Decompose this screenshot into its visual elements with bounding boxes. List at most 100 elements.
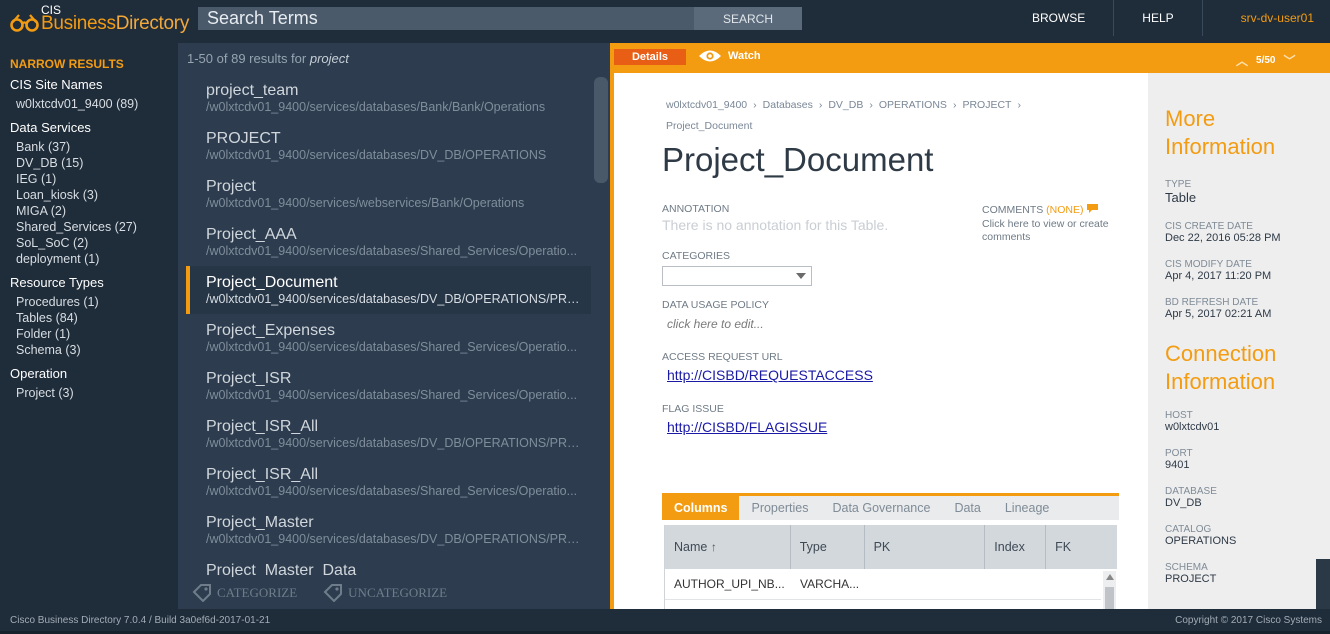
tab-properties[interactable]: Properties xyxy=(739,496,820,520)
search-button[interactable]: SEARCH xyxy=(694,7,802,30)
facet-option[interactable]: SoL_SoC (2) xyxy=(10,235,178,251)
results-summary: 1-50 of 89 results for project xyxy=(187,51,349,66)
logo-product-text: BusinessDirectory xyxy=(41,13,190,34)
catalog-label: CATALOG xyxy=(1165,524,1212,535)
facet-option[interactable]: deployment (1) xyxy=(10,251,178,267)
facet-group-title: Operation xyxy=(10,366,68,381)
nav-user-menu[interactable]: srv-dv-user01 xyxy=(1201,0,1330,36)
top-nav: BROWSE HELP srv-dv-user01 xyxy=(1004,0,1330,36)
flag-issue-link[interactable]: http://CISBD/FLAGISSUE xyxy=(667,419,827,435)
results-scrollbar[interactable] xyxy=(594,77,608,183)
facet-option[interactable]: Shared_Services (27) xyxy=(10,219,178,235)
breadcrumb-item[interactable]: w0lxtcdv01_9400 xyxy=(666,99,747,111)
result-item[interactable]: Project_Expenses/w0lxtcdv01_9400/service… xyxy=(186,314,591,362)
facet-option[interactable]: Folder (1) xyxy=(10,326,178,342)
search-input[interactable] xyxy=(198,7,694,30)
column-header-name[interactable]: Name ↑ xyxy=(665,525,791,569)
result-title: Project_Expenses xyxy=(206,322,335,339)
access-request-link[interactable]: http://CISBD/REQUESTACCESS xyxy=(667,367,873,383)
comment-icon xyxy=(1087,204,1099,213)
glasses-icon xyxy=(10,14,39,32)
facet-option[interactable]: MIGA (2) xyxy=(10,203,178,219)
chevron-up-icon[interactable]: ︿ xyxy=(1236,52,1248,69)
database-label: DATABASE xyxy=(1165,486,1217,497)
watch-label: Watch xyxy=(728,50,761,62)
comments-link[interactable]: Click here to view or create comments xyxy=(982,218,1122,244)
facet-option[interactable]: Schema (3) xyxy=(10,342,178,358)
facet-option[interactable]: Tables (84) xyxy=(10,310,178,326)
column-header-fk[interactable]: FK xyxy=(1046,525,1117,569)
result-item[interactable]: Project_AAA/w0lxtcdv01_9400/services/dat… xyxy=(186,218,591,266)
tab-columns[interactable]: Columns xyxy=(662,496,740,520)
comments-field: COMMENTS (NONE) Click here to view or cr… xyxy=(982,203,1122,244)
refresh-date-label: BD REFRESH DATE xyxy=(1165,297,1259,308)
data-usage-label: DATA USAGE POLICY xyxy=(662,299,769,311)
more-info-heading: More Information xyxy=(1165,106,1276,159)
tab-data[interactable]: Data xyxy=(942,496,992,520)
result-item[interactable]: Project_ISR_All/w0lxtcdv01_9400/services… xyxy=(186,458,591,506)
search-bar: SEARCH xyxy=(198,7,802,30)
app-logo[interactable]: CIS BusinessDirectory xyxy=(10,4,189,33)
categories-field: CATEGORIES xyxy=(662,250,812,286)
nav-help[interactable]: HELP xyxy=(1113,0,1201,36)
host-label: HOST xyxy=(1165,410,1193,421)
breadcrumb-item[interactable]: Databases xyxy=(763,99,813,111)
grid-scrollbar[interactable] xyxy=(1103,571,1116,609)
chevron-down-icon[interactable]: ﹀ xyxy=(1283,52,1295,69)
host-value: w0lxtcdv01 xyxy=(1165,421,1220,433)
tab-lineage[interactable]: Lineage xyxy=(993,496,1062,520)
facet-option[interactable]: DV_DB (15) xyxy=(10,155,178,171)
comments-label: COMMENTS (NONE) xyxy=(982,203,1122,216)
type-value: Table xyxy=(1165,190,1197,205)
create-date-value: Dec 22, 2016 05:28 PM xyxy=(1165,232,1281,244)
breadcrumb-item[interactable]: PROJECT xyxy=(962,99,1011,111)
result-item[interactable]: Project_ISR_All/w0lxtcdv01_9400/services… xyxy=(186,410,591,458)
facet-option[interactable]: Bank (37) xyxy=(10,139,178,155)
annotation-label: ANNOTATION xyxy=(662,203,730,215)
create-date-label: CIS CREATE DATE xyxy=(1165,221,1253,232)
scroll-up-icon[interactable] xyxy=(1106,574,1114,580)
uncategorize-button[interactable]: UNCATEGORIZE xyxy=(323,584,447,602)
categorize-button[interactable]: CATEGORIZE xyxy=(192,584,297,602)
data-usage-edit[interactable]: click here to edit... xyxy=(667,317,769,331)
result-item[interactable]: Project_ISR/w0lxtcdv01_9400/services/dat… xyxy=(186,362,591,410)
detail-panel: Details Watch ︿ 5/50 ﹀ w0lxtcdv01_9400 › D… xyxy=(610,43,1330,609)
facet-option[interactable]: IEG (1) xyxy=(10,171,178,187)
facet-option[interactable]: Project (3) xyxy=(10,385,178,401)
column-header-index[interactable]: Index xyxy=(985,525,1047,569)
column-header-pk[interactable]: PK xyxy=(865,525,986,569)
facet-option[interactable]: Loan_kiosk (3) xyxy=(10,187,178,203)
result-item[interactable]: PROJECT/w0lxtcdv01_9400/services/databas… xyxy=(186,122,591,170)
facet-option[interactable]: w0lxtcdv01_9400 (89) xyxy=(10,96,178,112)
result-item[interactable]: Project/w0lxtcdv01_9400/services/webserv… xyxy=(186,170,591,218)
result-title: project_team xyxy=(206,82,299,99)
flag-issue-label: FLAG ISSUE xyxy=(662,403,724,415)
port-label: PORT xyxy=(1165,448,1193,459)
watch-button[interactable]: Watch xyxy=(698,49,761,63)
categorize-label: CATEGORIZE xyxy=(217,585,298,600)
modify-date-value: Apr 4, 2017 11:20 PM xyxy=(1165,270,1272,282)
annotation-field: ANNOTATION There is no annotation for th… xyxy=(662,203,888,233)
facet-option[interactable]: Procedures (1) xyxy=(10,294,178,310)
categories-select[interactable] xyxy=(662,266,812,286)
tab-data-governance[interactable]: Data Governance xyxy=(820,496,942,520)
grid-scroll-thumb[interactable] xyxy=(1105,587,1114,609)
facet-group-title: CIS Site Names xyxy=(10,77,103,92)
nav-browse[interactable]: BROWSE xyxy=(1004,0,1113,36)
result-title: Project_Master xyxy=(206,514,314,531)
result-item-selected[interactable]: Project_Document/w0lxtcdv01_9400/service… xyxy=(186,266,591,314)
breadcrumb-item[interactable]: OPERATIONS xyxy=(879,99,947,111)
pager-count: 5/50 xyxy=(1256,55,1276,66)
catalog-value: OPERATIONS xyxy=(1165,535,1237,547)
top-bar: CIS BusinessDirectory SEARCH BROWSE HELP… xyxy=(0,0,1330,43)
breadcrumb-item[interactable]: DV_DB xyxy=(828,99,863,111)
column-header-type[interactable]: Type xyxy=(791,525,865,569)
result-path: /w0lxtcdv01_9400/services/databases/DV_D… xyxy=(206,532,586,546)
annotation-value[interactable]: There is no annotation for this Table. xyxy=(662,217,888,233)
more-info-scrollbar[interactable] xyxy=(1316,559,1330,609)
result-item[interactable]: Project_Master/w0lxtcdv01_9400/services/… xyxy=(186,506,591,554)
details-tab[interactable]: Details xyxy=(614,49,686,65)
result-item[interactable]: project_team/w0lxtcdv01_9400/services/da… xyxy=(186,74,591,122)
table-row[interactable]: AUTHOR_UPI_NB... VARCHA... xyxy=(665,569,1101,600)
result-path: /w0lxtcdv01_9400/services/databases/Shar… xyxy=(206,244,578,258)
